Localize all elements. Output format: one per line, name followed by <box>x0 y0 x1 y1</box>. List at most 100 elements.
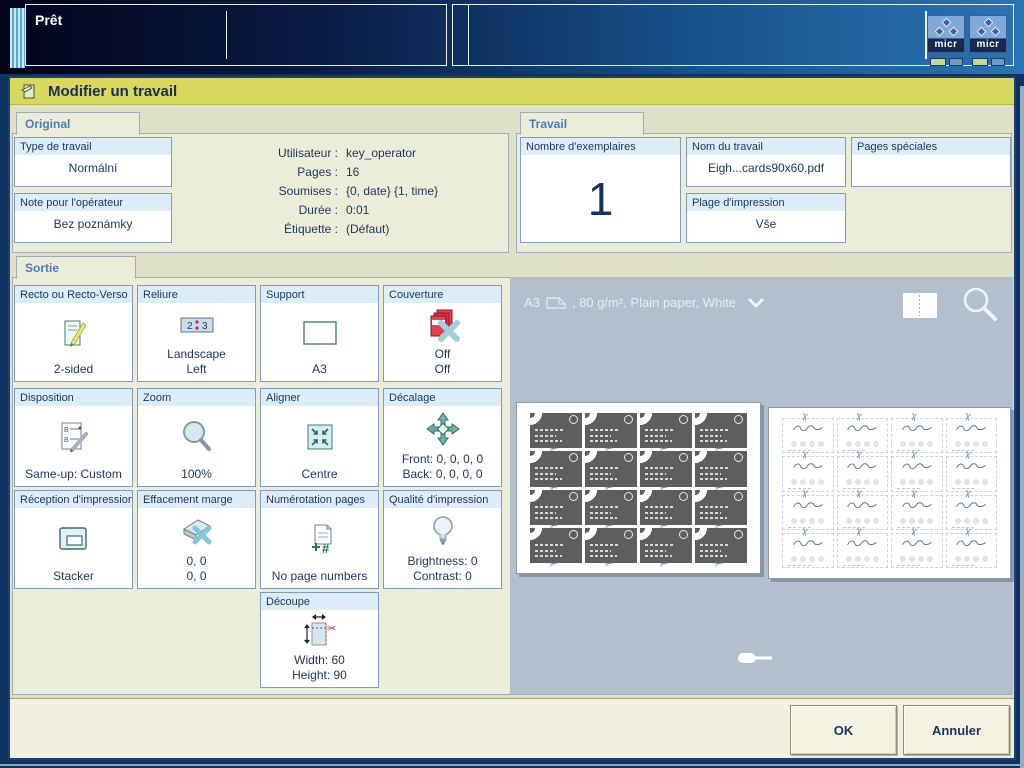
ok-button[interactable]: OK <box>790 705 897 755</box>
paper-landscape-icon <box>545 295 567 310</box>
business-card-front: ✂ <box>530 451 582 486</box>
covers-off-icon <box>384 303 501 347</box>
micr-tray-indicator-1[interactable]: micr <box>927 15 965 66</box>
preview-zoom-icon[interactable] <box>961 285 999 328</box>
svg-text:3: 3 <box>202 321 208 332</box>
page-numbers-icon: # <box>261 508 378 569</box>
svg-text:B: B <box>64 427 69 434</box>
diamond-dot-icon <box>977 27 987 37</box>
business-card-front: ✂ <box>640 413 692 448</box>
business-card-back: ✂ <box>946 533 998 568</box>
tile-print-range[interactable]: Plage d'impression Vše <box>686 193 846 243</box>
print-range-value: Vše <box>689 217 843 232</box>
tile-binding[interactable]: Reliure 2 3 LandscapeLeft <box>137 285 256 382</box>
svg-text:✂: ✂ <box>327 623 336 635</box>
business-card-back: ✂ <box>782 456 834 491</box>
output-destination-value: Stacker <box>17 569 130 584</box>
align-value: Centre <box>263 467 376 482</box>
job-info-list: Utilisateur : key_operator Pages : 16 So… <box>230 146 502 236</box>
media-selector[interactable]: A3 , 80 g/m², Plain paper, White <box>524 295 765 310</box>
tile-duplex[interactable]: Recto ou Recto-Verso 2-sided <box>14 285 133 382</box>
tile-media[interactable]: Support A3 <box>260 285 379 382</box>
swatch-blue <box>991 58 1005 66</box>
info-value: {0, date} {1, time} <box>346 184 502 198</box>
spread-view-icon[interactable] <box>903 293 937 318</box>
tab-sortie[interactable]: Sortie <box>16 256 136 279</box>
two-sided-icon <box>15 303 132 362</box>
info-value: key_operator <box>346 146 502 160</box>
copies-value: 1 <box>521 155 680 242</box>
business-card-front: ✂ <box>585 490 637 525</box>
tile-trim[interactable]: Découpe ✂ Width: 60Height: 90 <box>260 592 379 688</box>
tray-status-swatches <box>972 58 1005 66</box>
tile-print-quality[interactable]: Qualité d'impression Brightness: 0Contra… <box>383 490 502 589</box>
business-card-back: ✂ <box>837 495 889 530</box>
zoom-icon <box>138 406 255 467</box>
tile-output-destination[interactable]: Réception d'impression Stacker <box>14 490 133 589</box>
tile-layout-label: Disposition <box>15 389 132 406</box>
tile-trim-label: Découpe <box>261 593 378 610</box>
tile-covers-label: Couverture <box>384 286 501 303</box>
business-card-front: ✂ <box>585 451 637 486</box>
diamond-dot-icon <box>984 18 994 28</box>
print-quality-icon <box>384 508 501 554</box>
preview-sheet-back: ✂✂✂✂✂✂✂✂✂✂✂✂✂✂✂✂ <box>768 407 1011 579</box>
business-card-front: ✂ <box>695 528 747 563</box>
stacker-icon <box>15 508 132 569</box>
business-card-front: ✂ <box>530 413 582 448</box>
tab-original[interactable]: Original <box>16 112 140 135</box>
binding-icon: 2 3 <box>138 303 255 347</box>
tile-operator-note[interactable]: Note pour l'opérateur Bez poznámky <box>14 193 172 243</box>
print-quality-value-1: Brightness: 0 <box>386 554 499 569</box>
shift-value-front: Front: 0, 0, 0, 0 <box>386 452 499 467</box>
tile-layout[interactable]: Disposition B B Same-up: Custom <box>14 388 133 487</box>
tile-job-type[interactable]: Type de travail Normální <box>14 137 172 187</box>
tile-margin-erase[interactable]: Effacement marge 0, 00, 0 <box>137 490 256 589</box>
tile-align[interactable]: Aligner Centre <box>260 388 379 487</box>
diamond-dot-icon <box>935 27 945 37</box>
tile-operator-note-value: Bez poznámky <box>17 217 169 232</box>
tile-zoom[interactable]: Zoom 100% <box>137 388 256 487</box>
tab-travail[interactable]: Travail <box>520 112 644 135</box>
info-label: Durée : <box>230 203 338 217</box>
business-card-back: ✂ <box>782 418 834 453</box>
micr-tray-indicator-2[interactable]: micr <box>969 15 1007 66</box>
status-panel-cell-divider <box>468 5 469 65</box>
tile-covers[interactable]: Couverture OffOff <box>383 285 502 382</box>
margin-erase-icon <box>138 508 255 554</box>
info-label: Étiquette : <box>230 222 338 236</box>
status-panel-left: Prêt <box>25 4 447 66</box>
media-desc-label: , 80 g/m², Plain paper, White <box>572 295 736 310</box>
dialog-footer: OK Annuler <box>10 698 1014 758</box>
tile-operator-note-label: Note pour l'opérateur <box>15 194 171 211</box>
margin-erase-value-1: 0, 0 <box>140 554 253 569</box>
tile-page-numbers[interactable]: Numérotation pages # No page numbers <box>260 490 379 589</box>
tile-special-pages-label: Pages spéciales <box>852 138 1010 155</box>
tile-shift[interactable]: Décalage Front: 0, 0, 0, 0Back: 0, 0, 0,… <box>383 388 502 487</box>
tile-print-range-label: Plage d'impression <box>687 194 845 211</box>
print-quality-value-2: Contrast: 0 <box>386 569 499 584</box>
business-card-back: ✂ <box>946 456 998 491</box>
business-card-front: ✂ <box>585 528 637 563</box>
tile-zoom-label: Zoom <box>138 389 255 406</box>
margin-erase-value-2: 0, 0 <box>140 569 253 584</box>
page-numbers-value: No page numbers <box>263 569 376 584</box>
modify-job-icon <box>20 82 38 100</box>
business-card-front: ✂ <box>640 528 692 563</box>
tile-special-pages[interactable]: Pages spéciales <box>851 137 1011 187</box>
shift-icon <box>384 406 501 452</box>
tray-status-swatches <box>930 58 963 66</box>
svg-text:#: # <box>322 541 330 556</box>
media-value: A3 <box>263 362 376 377</box>
tile-media-label: Support <box>261 286 378 303</box>
tile-job-name[interactable]: Nom du travail Eigh...cards90x60.pdf <box>686 137 846 187</box>
swatch-green <box>972 58 988 66</box>
business-card-back: ✂ <box>837 456 889 491</box>
business-card-back: ✂ <box>782 495 834 530</box>
trim-height-value: Height: 90 <box>263 668 376 683</box>
layout-value: Same-up: Custom <box>17 467 130 482</box>
cancel-button[interactable]: Annuler <box>903 705 1010 755</box>
tile-copies[interactable]: Nombre d'exemplaires 1 <box>520 137 681 243</box>
info-label: Soumises : <box>230 184 338 198</box>
business-card-front: ✂ <box>695 451 747 486</box>
